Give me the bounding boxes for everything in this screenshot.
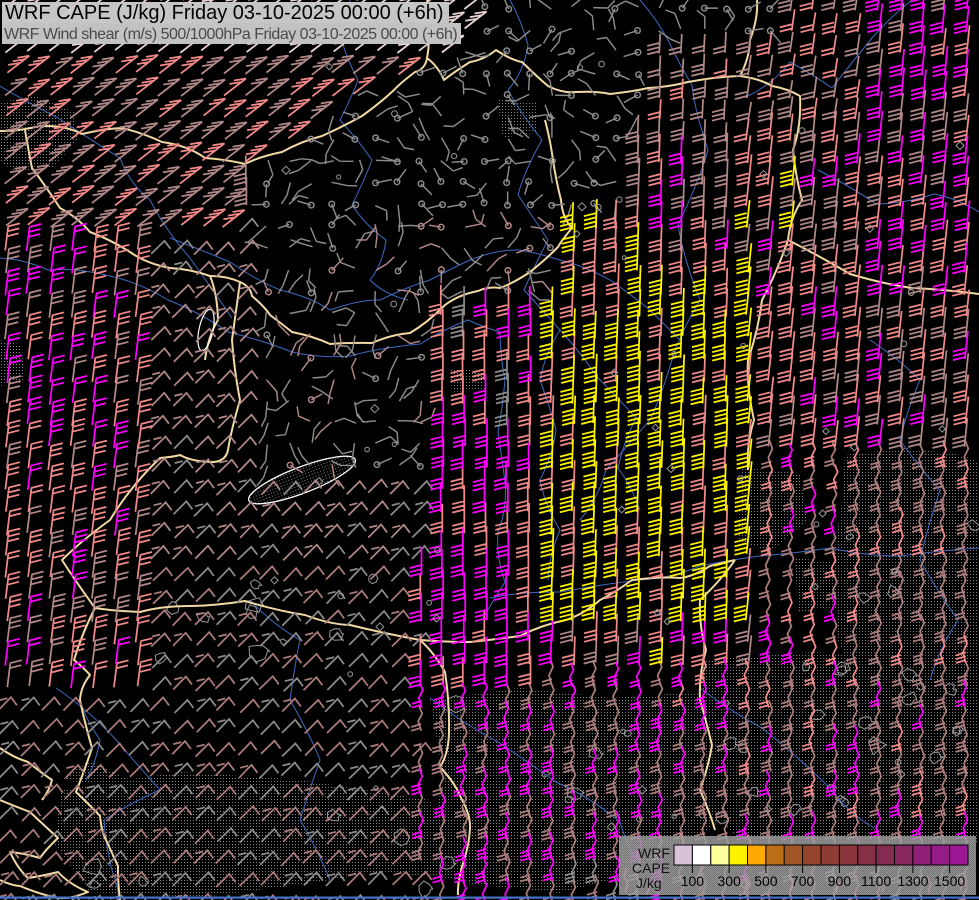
svg-text:WRF Wind shear (m/s) 500/1000h: WRF Wind shear (m/s) 500/1000hPa Friday … xyxy=(4,26,457,43)
svg-text:CAPE: CAPE xyxy=(632,860,670,876)
svg-text:J/kg: J/kg xyxy=(636,875,662,891)
svg-text:1300: 1300 xyxy=(897,873,928,889)
svg-text:WRF: WRF xyxy=(638,845,670,861)
svg-text:100: 100 xyxy=(681,873,705,889)
svg-text:1100: 1100 xyxy=(861,873,891,889)
svg-text:900: 900 xyxy=(828,873,852,889)
svg-text:1500: 1500 xyxy=(934,873,965,889)
svg-text:300: 300 xyxy=(717,873,741,889)
svg-text:700: 700 xyxy=(791,873,815,889)
svg-text:WRF CAPE (J/kg) Friday 03-10-2: WRF CAPE (J/kg) Friday 03-10-2025 00:00 … xyxy=(5,2,444,24)
svg-text:500: 500 xyxy=(754,873,778,889)
